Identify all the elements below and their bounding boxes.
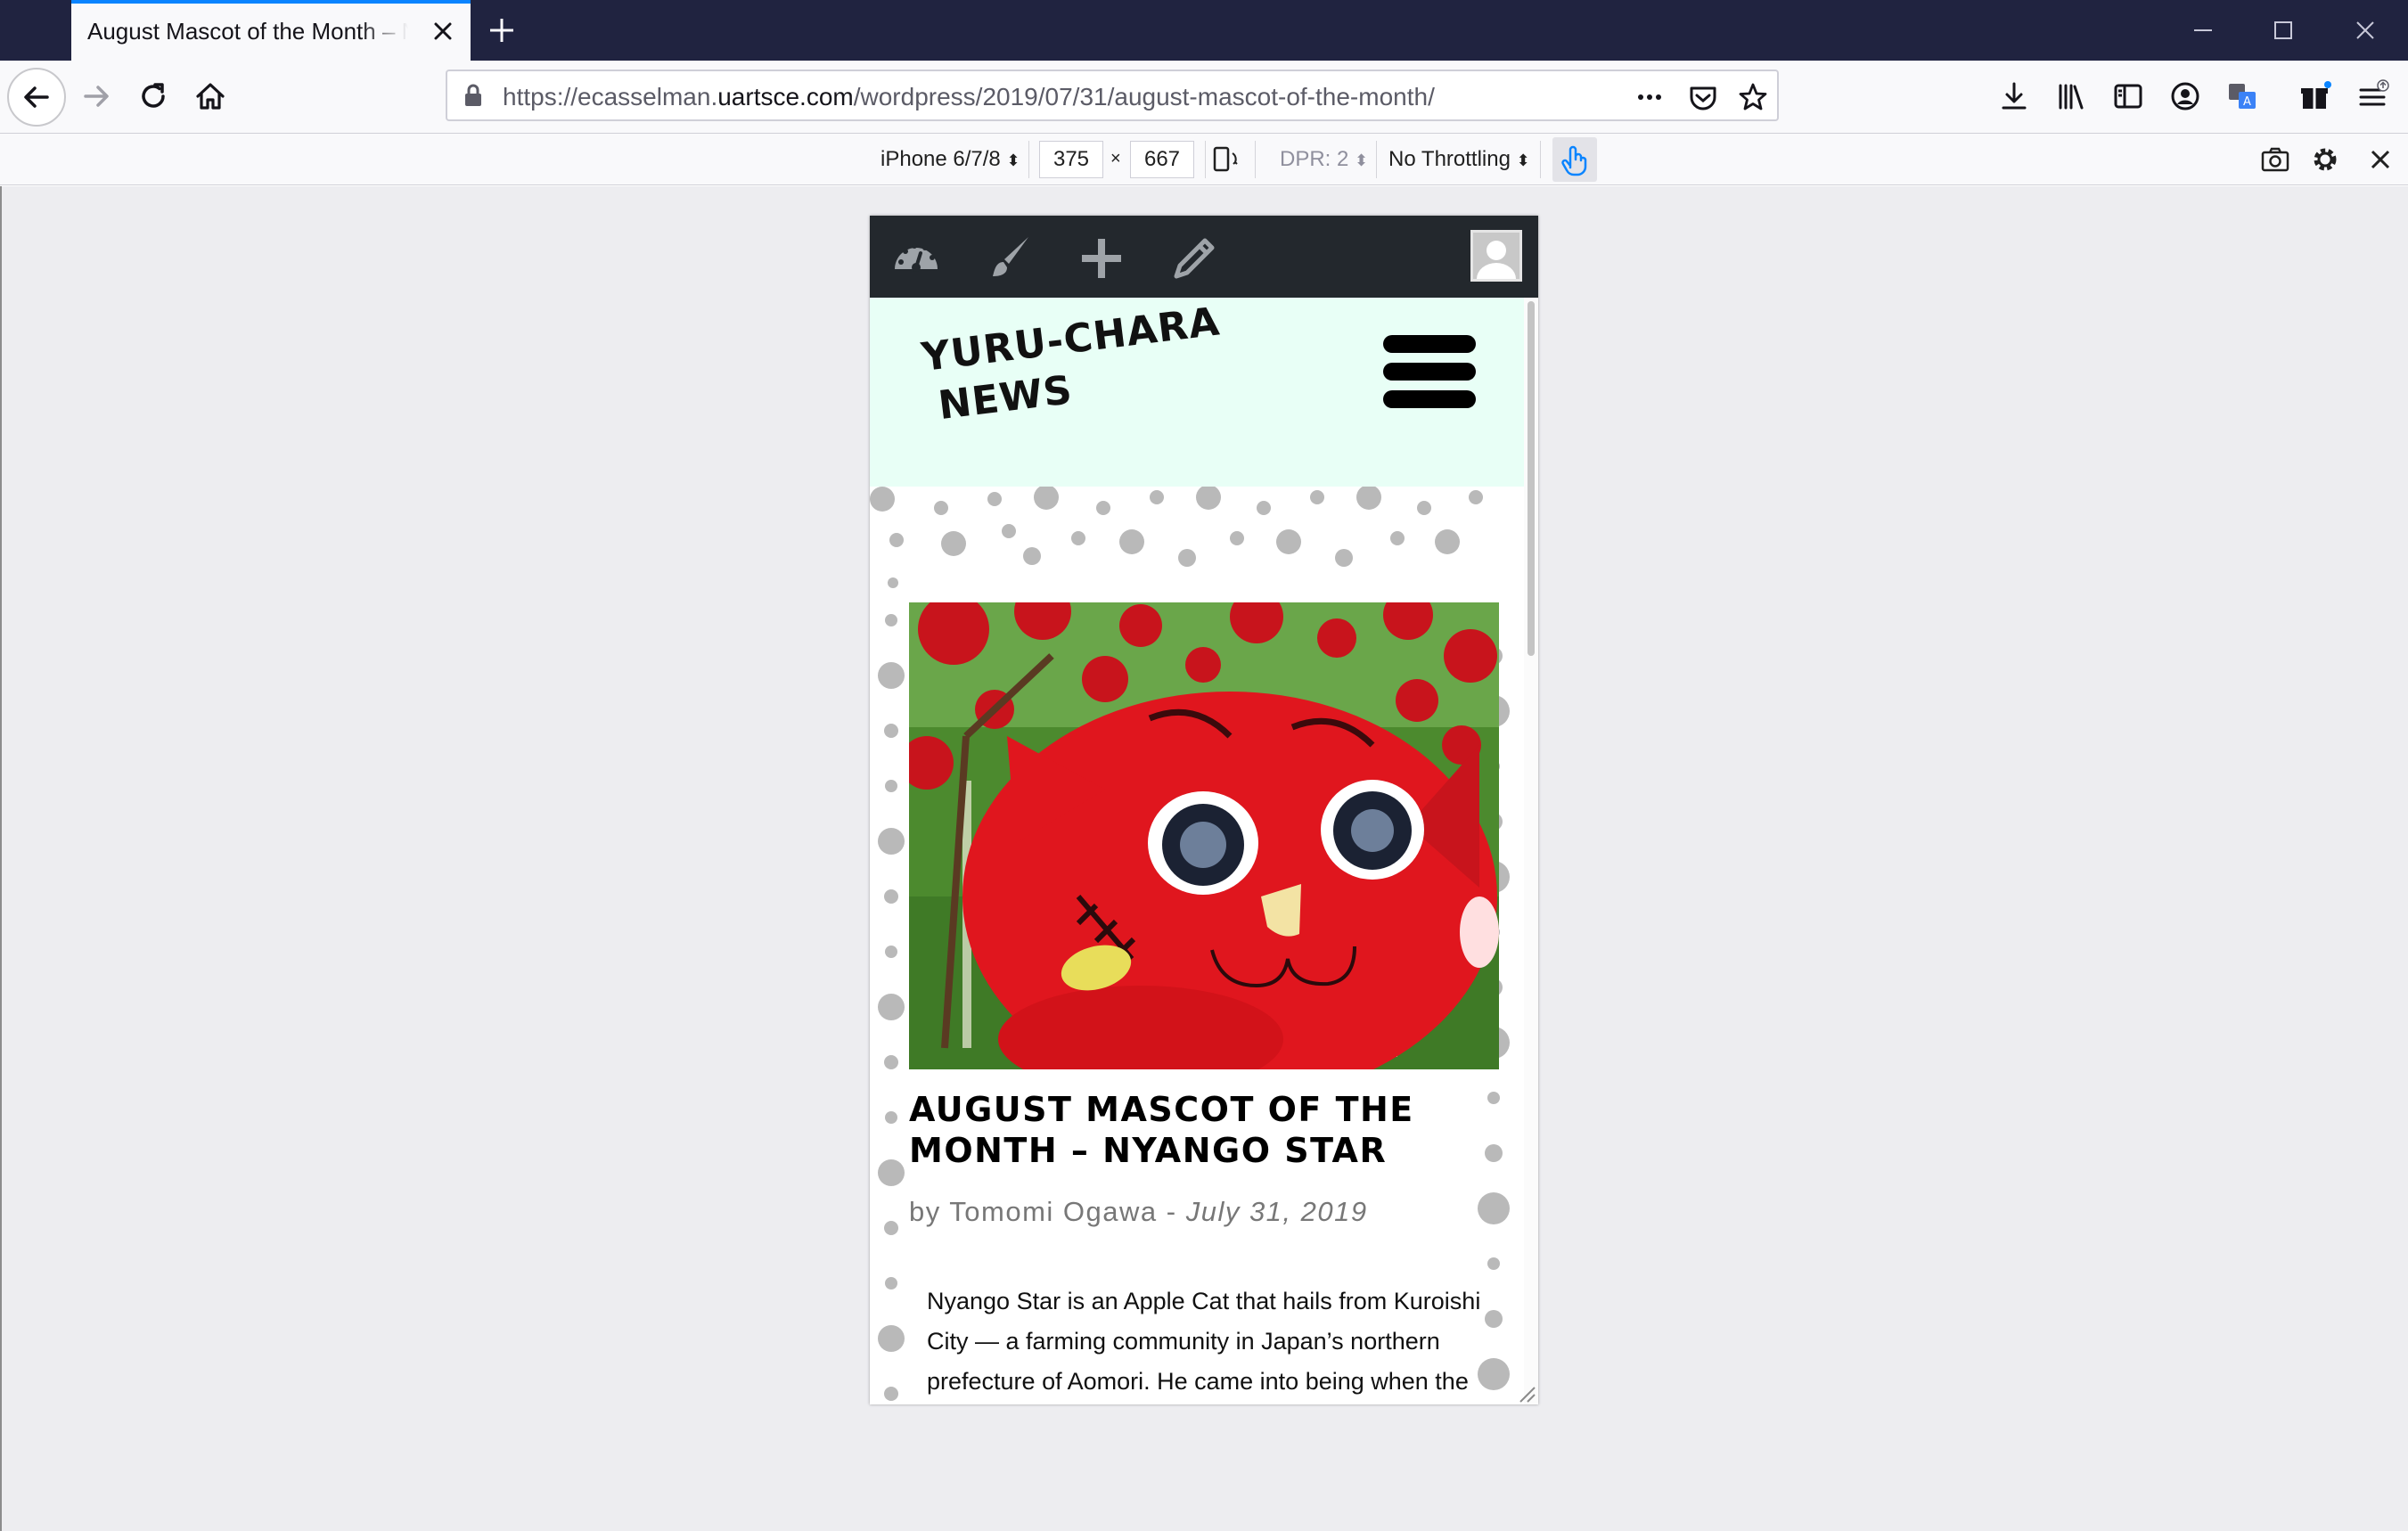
navigation-toolbar: https://ecasselman.uartsce.com/wordpress… <box>0 61 2408 134</box>
page-scrollbar[interactable] <box>1524 298 1538 1404</box>
featured-image <box>909 602 1499 1069</box>
new-content-plus-icon[interactable] <box>1077 233 1126 283</box>
minimize-icon[interactable] <box>2185 12 2221 48</box>
extensions-gift-icon[interactable] <box>2297 78 2333 114</box>
close-tab-icon[interactable] <box>428 16 458 46</box>
mascot-photo <box>909 602 1499 1069</box>
translate-icon[interactable]: A <box>2224 78 2260 114</box>
post-author[interactable]: by Tomomi Ogawa - <box>909 1196 1186 1227</box>
wp-admin-bar <box>870 216 1538 298</box>
device-selector[interactable]: iPhone 6/7/8 ⬍ <box>880 147 1020 172</box>
post-title[interactable]: August Mascot of the Month – Nyango Star <box>909 1089 1479 1171</box>
forward-button[interactable] <box>73 73 119 119</box>
rotate-viewport-icon[interactable] <box>1208 143 1242 176</box>
post-excerpt: Nyango Star is an Apple Cat that hails f… <box>927 1288 1481 1395</box>
dimension-separator: × <box>1110 149 1121 168</box>
user-avatar[interactable] <box>1470 230 1522 282</box>
viewport-resize-handle[interactable] <box>1515 1382 1536 1404</box>
url-bar[interactable]: https://ecasselman.uartsce.com/wordpress… <box>446 70 1779 121</box>
url-text[interactable]: https://ecasselman.uartsce.com/wordpress… <box>503 83 1435 111</box>
settings-gear-icon[interactable] <box>2308 143 2342 176</box>
library-icon[interactable] <box>2053 78 2089 114</box>
app-menu-icon[interactable] <box>2355 78 2390 114</box>
screenshot-camera-icon[interactable] <box>2258 143 2292 176</box>
customize-brush-icon[interactable] <box>984 233 1034 283</box>
close-responsive-mode-icon[interactable] <box>2363 143 2397 176</box>
sidebar-icon[interactable] <box>2110 78 2146 114</box>
avatar-silhouette-icon <box>1477 241 1516 279</box>
bookmark-star-icon[interactable] <box>1736 80 1770 114</box>
close-window-icon[interactable] <box>2347 12 2383 48</box>
responsive-design-toolbar: iPhone 6/7/8 ⬍ 375 × 667 DPR: 2 ⬍ No Thr… <box>0 134 2408 185</box>
svg-text:A: A <box>2243 95 2251 109</box>
active-tab[interactable]: August Mascot of the Month – Nyango Star… <box>71 0 471 61</box>
downloads-icon[interactable] <box>1996 78 2032 114</box>
throttling-selector[interactable]: No Throttling ⬍ <box>1388 147 1530 172</box>
home-button[interactable] <box>187 73 233 119</box>
scroll-thumb[interactable] <box>1528 301 1535 656</box>
lock-icon <box>465 84 481 106</box>
edit-pencil-icon[interactable] <box>1169 233 1219 283</box>
new-tab-icon[interactable] <box>485 13 519 47</box>
back-button[interactable] <box>7 68 66 127</box>
post-date: July 31, 2019 <box>1185 1196 1368 1227</box>
page-actions-icon[interactable] <box>1633 80 1667 114</box>
title-bar: August Mascot of the Month – Nyango Star… <box>0 0 2408 61</box>
reload-icon <box>142 83 165 108</box>
menu-toggle-button[interactable] <box>1383 335 1476 408</box>
back-arrow-icon <box>24 86 49 108</box>
account-icon[interactable] <box>2167 78 2203 114</box>
viewport-width-input[interactable]: 375 <box>1039 141 1103 178</box>
home-icon <box>196 83 225 110</box>
touch-simulation-button[interactable] <box>1552 137 1597 182</box>
viewport-height-input[interactable]: 667 <box>1130 141 1194 178</box>
maximize-icon[interactable] <box>2265 12 2301 48</box>
reload-button[interactable] <box>130 73 176 119</box>
device-viewport[interactable]: Yuru-Chara News <box>870 216 1538 1404</box>
post-meta: by Tomomi Ogawa - July 31, 2019 <box>909 1196 1368 1228</box>
touch-hand-icon <box>1561 145 1587 176</box>
forward-arrow-icon <box>84 86 109 107</box>
pocket-icon[interactable] <box>1686 80 1720 114</box>
site-header: Yuru-Chara News <box>870 298 1524 487</box>
site-title[interactable]: Yuru-Chara News <box>919 297 1232 433</box>
dashboard-icon[interactable] <box>891 233 941 283</box>
tab-title: August Mascot of the Month – Nyango Star… <box>87 18 408 45</box>
dpr-selector[interactable]: DPR: 2 ⬍ <box>1280 147 1368 172</box>
viewport-area: Yuru-Chara News <box>0 186 2408 1531</box>
